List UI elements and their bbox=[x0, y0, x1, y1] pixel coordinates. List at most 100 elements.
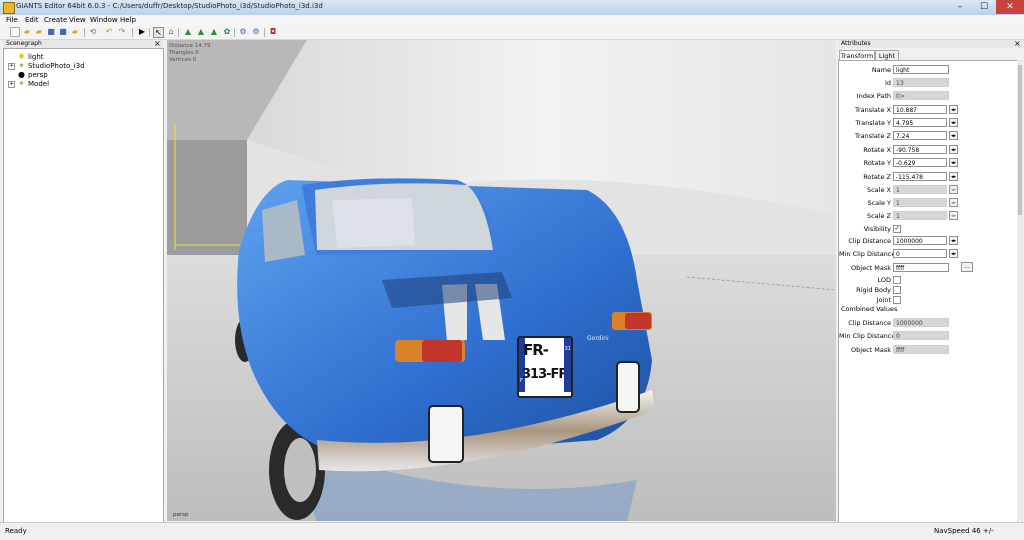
rotate-x-spinner-icon[interactable]: ◂▸ bbox=[949, 145, 958, 154]
translate-z-spinner-icon[interactable]: ◂▸ bbox=[949, 131, 958, 140]
rotate-y-spinner-icon[interactable]: ◂▸ bbox=[949, 158, 958, 167]
tree-node-label: persp bbox=[28, 71, 48, 79]
rotate-x-field[interactable]: -90.758 bbox=[893, 145, 947, 154]
scenegraph-tree[interactable]: ✹ light + ✦ StudioPhoto_i3d ● persp + ✦ … bbox=[3, 48, 164, 523]
tree-node-label: light bbox=[28, 53, 44, 61]
script-gear-icon[interactable]: ⚙ bbox=[251, 27, 261, 37]
rotate-x-label: Rotate X bbox=[863, 146, 891, 154]
tree-node-label: StudioPhoto_i3d bbox=[28, 62, 85, 70]
rear-window-interior bbox=[332, 198, 415, 248]
rotate-y-field[interactable]: -0.629 bbox=[893, 158, 947, 167]
translate-y-label: Translate Y bbox=[855, 119, 891, 127]
translate-x-spinner-icon[interactable]: ◂▸ bbox=[949, 105, 958, 114]
lock-icon[interactable]: ⌂ bbox=[166, 27, 176, 37]
foliage-icon[interactable]: ▲ bbox=[196, 27, 206, 37]
redo-icon[interactable]: ↷ bbox=[117, 27, 127, 37]
tree-node-model[interactable]: + ✦ Model bbox=[4, 79, 154, 88]
rotate-z-spinner-icon[interactable]: ◂▸ bbox=[949, 172, 958, 181]
scale-x-spinner-icon: ◂▸ bbox=[949, 185, 958, 194]
rigid-body-label: Rigid Body bbox=[856, 286, 891, 294]
menu-edit[interactable]: Edit bbox=[25, 16, 39, 24]
menu-window[interactable]: Window bbox=[90, 16, 118, 24]
open-recent-icon[interactable]: ▰ bbox=[34, 27, 44, 37]
settings-gear-icon[interactable]: ⚙ bbox=[238, 27, 248, 37]
scale-y-spinner-icon: ◂▸ bbox=[949, 198, 958, 207]
rotate-z-field[interactable]: -115.478 bbox=[893, 172, 947, 181]
bumper-guard-right bbox=[616, 361, 640, 413]
status-text: Ready bbox=[5, 527, 27, 535]
close-panel-icon[interactable]: × bbox=[1014, 39, 1021, 48]
min-clip-distance-field[interactable]: 0 bbox=[893, 249, 947, 258]
translate-y-spinner-icon[interactable]: ◂▸ bbox=[949, 118, 958, 127]
nav-speed-readout: NavSpeed 46 +/- bbox=[934, 527, 994, 535]
light-bulb-icon: ✹ bbox=[18, 52, 25, 61]
attributes-scrollbar[interactable] bbox=[1017, 60, 1023, 521]
viewport-stat-vertices: Vertices 0 bbox=[169, 57, 197, 63]
attributes-panel: Name light Id 13 Index Path 0> Translate… bbox=[838, 60, 1018, 523]
reload-icon[interactable]: ⟲ bbox=[88, 27, 98, 37]
tree-node-light[interactable]: ✹ light bbox=[4, 52, 154, 61]
plate-region-code: 31 bbox=[564, 346, 571, 352]
status-bar: Ready NavSpeed 46 +/- bbox=[0, 522, 1024, 540]
close-button[interactable]: ✕ bbox=[996, 0, 1024, 14]
3d-viewport[interactable]: Gordini Distance 14.79 Triangles 0 Verti… bbox=[167, 40, 836, 521]
expand-toggle[interactable]: + bbox=[8, 81, 15, 88]
rigid-body-checkbox[interactable] bbox=[893, 286, 901, 294]
save-as-icon[interactable]: ■ bbox=[58, 27, 68, 37]
translate-x-field[interactable]: 10.887 bbox=[893, 105, 947, 114]
min-clip-distance-spinner-icon[interactable]: ◂▸ bbox=[949, 249, 958, 258]
menu-view[interactable]: View bbox=[69, 16, 86, 24]
clip-distance-field[interactable]: 1000000 bbox=[893, 236, 947, 245]
scale-y-field: 1 bbox=[893, 198, 947, 207]
terrain-icon[interactable]: ▲ bbox=[183, 27, 193, 37]
minimize-button[interactable]: – bbox=[948, 0, 972, 14]
name-field[interactable]: light bbox=[893, 65, 949, 74]
import-icon[interactable]: ▰ bbox=[70, 27, 80, 37]
menu-file[interactable]: File bbox=[6, 16, 18, 24]
visibility-label: Visibility bbox=[863, 225, 891, 233]
left-wall bbox=[167, 140, 247, 255]
select-tool-icon[interactable]: ↖ bbox=[153, 27, 164, 38]
scale-y-label: Scale Y bbox=[867, 199, 891, 207]
lod-checkbox[interactable] bbox=[893, 276, 901, 284]
object-mask-label: Object Mask bbox=[851, 264, 891, 272]
index-path-label: Index Path bbox=[856, 92, 891, 100]
visibility-checkbox[interactable]: ✓ bbox=[893, 225, 901, 233]
object-mask-field[interactable]: ffff bbox=[893, 263, 949, 272]
tree-node-studiophoto[interactable]: + ✦ StudioPhoto_i3d bbox=[4, 61, 154, 70]
toolbar-separator bbox=[178, 28, 179, 37]
open-folder-icon[interactable]: ▰ bbox=[22, 27, 32, 37]
combined-values-heading: Combined Values bbox=[841, 305, 898, 313]
scale-z-field: 1 bbox=[893, 211, 947, 220]
clip-distance-label: Clip Distance bbox=[848, 237, 891, 245]
combined-min-clip-distance-label: Min Clip Distance bbox=[839, 332, 896, 340]
translate-z-field[interactable]: 7.24 bbox=[893, 131, 947, 140]
scale-x-label: Scale X bbox=[866, 186, 891, 194]
toolbar-separator bbox=[84, 28, 85, 37]
license-plate: F FR- 313-FR 31 bbox=[517, 336, 573, 398]
texture-paint-icon[interactable]: ▲ bbox=[209, 27, 219, 37]
menu-create[interactable]: Create bbox=[44, 16, 67, 24]
play-icon[interactable]: ▶ bbox=[137, 27, 147, 37]
id-field: 13 bbox=[893, 78, 949, 87]
vehicle-icon[interactable]: ✿ bbox=[222, 27, 232, 37]
viewport-camera-label: persp bbox=[173, 512, 189, 518]
exit-icon[interactable]: ◘ bbox=[268, 27, 278, 37]
object-mask-browse-button[interactable]: ... bbox=[961, 262, 973, 272]
close-panel-icon[interactable]: × bbox=[154, 39, 161, 48]
clip-distance-spinner-icon[interactable]: ◂▸ bbox=[949, 236, 958, 245]
window-title: GIANTS Editor 64bit 6.0.3 - C:/Users/duf… bbox=[16, 2, 323, 10]
translate-x-label: Translate X bbox=[854, 106, 891, 114]
translate-y-field[interactable]: 4.795 bbox=[893, 118, 947, 127]
menu-help[interactable]: Help bbox=[120, 16, 136, 24]
undo-icon[interactable]: ↶ bbox=[104, 27, 114, 37]
maximize-button[interactable]: ☐ bbox=[972, 0, 996, 14]
new-file-icon[interactable] bbox=[10, 27, 20, 37]
joint-checkbox[interactable] bbox=[893, 296, 901, 304]
rear-left-hubcap bbox=[284, 438, 316, 502]
tree-node-persp[interactable]: ● persp bbox=[4, 70, 154, 79]
scrollbar-thumb[interactable] bbox=[1018, 65, 1022, 215]
save-icon[interactable]: ■ bbox=[46, 27, 56, 37]
attributes-panel-header: Attributes × bbox=[838, 39, 1022, 48]
expand-toggle[interactable]: + bbox=[8, 63, 15, 70]
